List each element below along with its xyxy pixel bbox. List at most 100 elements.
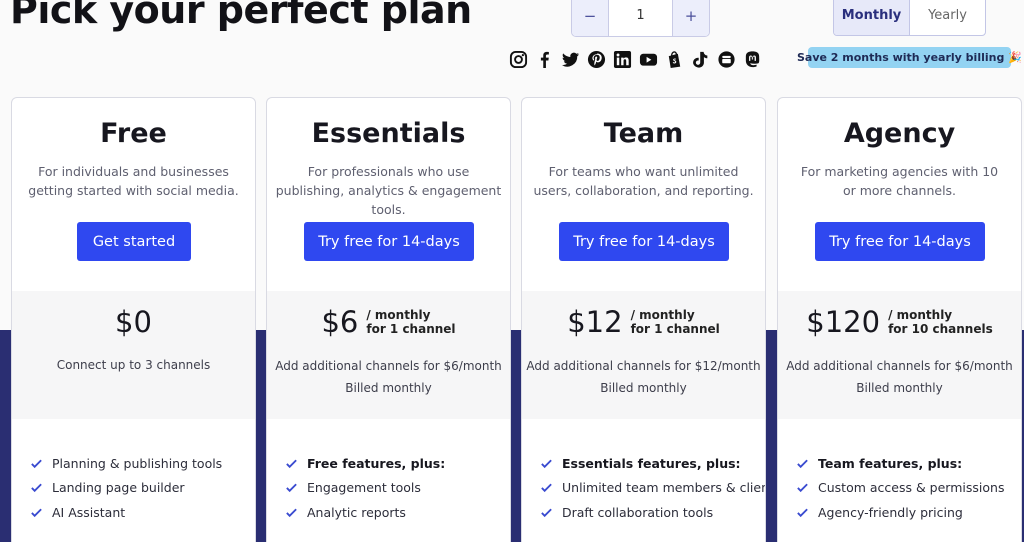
feature-item: Custom access & permissions bbox=[796, 476, 1004, 501]
google-business-icon[interactable] bbox=[717, 50, 736, 69]
feature-list: Planning & publishing tools Landing page… bbox=[30, 451, 222, 525]
feature-text: Analytic reports bbox=[307, 504, 406, 520]
billing-note: Billed monthly bbox=[856, 381, 943, 395]
yearly-savings-badge: Save 2 months with yearly billing 🎉 bbox=[797, 47, 1022, 68]
feature-item: Free features, plus: bbox=[285, 451, 445, 476]
feature-item: Engagement tools bbox=[285, 476, 445, 501]
price-period: / monthly bbox=[888, 308, 953, 322]
shopify-icon[interactable] bbox=[665, 50, 684, 69]
mastodon-icon[interactable] bbox=[743, 50, 762, 69]
price-period: / monthly bbox=[630, 308, 695, 322]
price-amount: $12 bbox=[567, 305, 623, 339]
plan-name: Team bbox=[603, 118, 684, 149]
plan-description: For marketing agencies with 10 or more c… bbox=[800, 164, 999, 198]
price-period: / monthly bbox=[366, 308, 431, 322]
feature-text: Engagement tools bbox=[307, 480, 421, 496]
feature-text: Team features, plus: bbox=[818, 455, 963, 471]
price-note: Add additional channels for $6/month bbox=[275, 359, 502, 373]
quantity-value[interactable]: 1 bbox=[609, 0, 672, 36]
feature-item: Analytic reports bbox=[285, 500, 445, 525]
plan-description: For individuals and businesses getting s… bbox=[28, 164, 239, 198]
price-row: $120 / monthly for 10 channels bbox=[778, 305, 1021, 339]
plan-description: For professionals who use publishing, an… bbox=[275, 164, 502, 217]
party-popper-icon: 🎉 bbox=[1008, 51, 1023, 64]
decrement-button[interactable]: − bbox=[572, 0, 609, 36]
billing-note: Billed monthly bbox=[345, 381, 432, 395]
feature-text: Planning & publishing tools bbox=[52, 455, 223, 471]
price-amount: $0 bbox=[115, 305, 152, 339]
check-icon bbox=[31, 459, 42, 468]
price-meta: / monthly for 1 channel bbox=[631, 308, 720, 336]
instagram-icon[interactable] bbox=[509, 50, 528, 69]
check-icon bbox=[286, 459, 297, 468]
feature-text: Draft collaboration tools bbox=[562, 504, 714, 520]
check-icon bbox=[286, 483, 297, 493]
start-trial-button[interactable]: Try free for 14-days bbox=[815, 222, 985, 261]
feature-list: Essentials features, plus: Unlimited tea… bbox=[540, 451, 766, 525]
facebook-icon[interactable] bbox=[535, 50, 554, 69]
feature-item: Planning & publishing tools bbox=[30, 451, 222, 476]
feature-item: Team features, plus: bbox=[796, 451, 1004, 476]
price-scope: for 1 channel bbox=[366, 322, 456, 336]
price-note: Connect up to 3 channels bbox=[56, 358, 211, 372]
price-amount: $120 bbox=[806, 305, 881, 339]
feature-item: Landing page builder bbox=[30, 476, 222, 501]
feature-item: Draft collaboration tools bbox=[540, 500, 765, 525]
feature-text: Unlimited team members & clients bbox=[562, 480, 766, 496]
price-scope: for 10 channels bbox=[888, 322, 993, 336]
feature-list: Team features, plus: Custom access & per… bbox=[796, 451, 1004, 525]
billing-note: Billed monthly bbox=[600, 381, 687, 395]
check-icon bbox=[541, 483, 552, 493]
increment-button[interactable]: + bbox=[672, 0, 709, 36]
tiktok-icon[interactable] bbox=[691, 50, 710, 69]
feature-list: Free features, plus: Engagement tools An… bbox=[285, 451, 445, 525]
feature-text: Landing page builder bbox=[52, 480, 185, 496]
check-icon bbox=[31, 483, 42, 493]
feature-text: Essentials features, plus: bbox=[562, 455, 741, 471]
start-trial-button[interactable]: Try free for 14-days bbox=[559, 222, 729, 261]
feature-item: Essentials features, plus: bbox=[540, 451, 765, 476]
price-note: Add additional channels for $6/month bbox=[786, 359, 1013, 373]
start-trial-button[interactable]: Try free for 14-days bbox=[304, 222, 474, 261]
plan-name: Free bbox=[100, 118, 167, 149]
price-section: $0 Connect up to 3 channels bbox=[12, 291, 255, 419]
twitter-icon[interactable] bbox=[561, 50, 580, 69]
yearly-option[interactable]: Yearly bbox=[910, 0, 985, 35]
plan-card-free: Free For individuals and businesses gett… bbox=[11, 97, 256, 542]
price-row: $0 bbox=[12, 305, 255, 339]
plan-card-agency: Agency For marketing agencies with 10 or… bbox=[777, 97, 1022, 542]
price-meta: / monthly for 10 channels bbox=[888, 308, 993, 336]
check-icon bbox=[541, 459, 552, 468]
price-amount: $6 bbox=[321, 305, 359, 339]
savings-text: Save 2 months with yearly billing bbox=[796, 51, 1005, 64]
get-started-button[interactable]: Get started bbox=[77, 222, 191, 261]
plan-name: Agency bbox=[843, 118, 956, 149]
price-note: Add additional channels for $12/month bbox=[526, 359, 761, 373]
linkedin-icon[interactable] bbox=[613, 50, 632, 69]
check-icon bbox=[797, 459, 808, 468]
plan-card-team: Team For teams who want unlimited users,… bbox=[521, 97, 766, 542]
feature-item: Unlimited team members & clients bbox=[540, 476, 766, 501]
plan-card-essentials: Essentials For professionals who use pub… bbox=[266, 97, 511, 542]
price-section: $12 / monthly for 1 channel Add additiona… bbox=[522, 291, 765, 419]
billing-period-toggle[interactable]: Monthly Yearly bbox=[833, 0, 986, 36]
price-section: $120 / monthly for 10 channels Add additi… bbox=[778, 291, 1021, 419]
price-row: $12 / monthly for 1 channel bbox=[522, 305, 765, 339]
pinterest-icon[interactable] bbox=[587, 50, 606, 69]
youtube-icon[interactable] bbox=[639, 50, 658, 69]
check-icon bbox=[286, 508, 297, 517]
plan-name: Essentials bbox=[311, 118, 466, 149]
feature-text: AI Assistant bbox=[52, 504, 126, 520]
feature-text: Custom access & permissions bbox=[818, 480, 1005, 496]
check-icon bbox=[797, 483, 808, 493]
feature-item: AI Assistant bbox=[30, 500, 222, 525]
check-icon bbox=[797, 508, 808, 517]
price-scope: for 1 channel bbox=[630, 322, 720, 336]
feature-item: Agency-friendly pricing bbox=[796, 500, 1004, 525]
price-meta: / monthly for 1 channel bbox=[366, 308, 455, 336]
channel-quantity-stepper[interactable]: − 1 + bbox=[571, 0, 710, 37]
monthly-option[interactable]: Monthly bbox=[834, 0, 910, 35]
price-section: $6 / monthly for 1 channel Add additional… bbox=[267, 291, 510, 419]
page-title: Pick your perfect plan bbox=[10, 0, 472, 32]
feature-text: Free features, plus: bbox=[307, 455, 446, 471]
